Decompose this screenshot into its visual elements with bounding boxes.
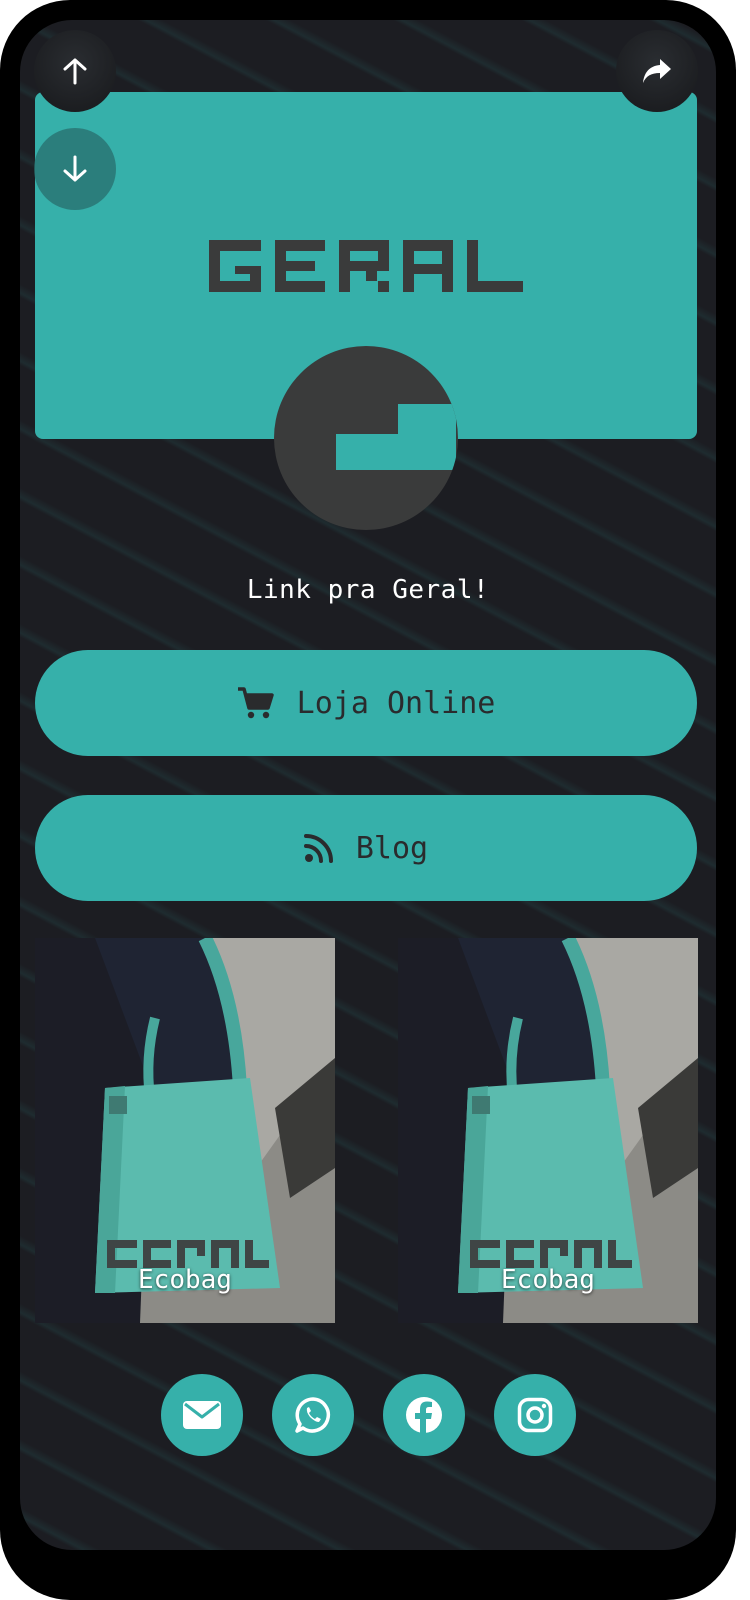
arrow-up-icon (63, 58, 87, 85)
product-card[interactable]: Ecobag (35, 938, 335, 1323)
scroll-up-button[interactable] (34, 30, 116, 112)
profile-tagline: Link pra Geral! (246, 575, 490, 605)
profile-avatar (274, 346, 458, 530)
facebook-button[interactable] (382, 1374, 465, 1456)
instagram-icon (517, 1397, 552, 1433)
whatsapp-button[interactable] (271, 1374, 354, 1456)
link-label: Blog (355, 830, 429, 866)
product-card[interactable]: Ecobag (398, 938, 698, 1323)
share-button[interactable] (616, 30, 698, 112)
scroll-down-button[interactable] (34, 128, 116, 210)
product-title: Ecobag (501, 1265, 595, 1295)
arrow-down-icon (63, 155, 87, 182)
link-label: Loja Online (296, 685, 496, 721)
link-button-blog[interactable]: Blog (35, 795, 697, 901)
brand-g-icon (336, 404, 456, 470)
brand-logo (209, 240, 523, 292)
whatsapp-icon (294, 1397, 330, 1433)
email-button[interactable] (160, 1374, 243, 1456)
social-links (20, 1374, 716, 1456)
product-title: Ecobag (138, 1265, 232, 1295)
shopping-cart-icon (237, 687, 274, 719)
phone-frame: Link pra Geral! Loja Online Blog Ecobag … (0, 0, 736, 1600)
rss-icon (303, 834, 333, 863)
email-icon (182, 1401, 221, 1429)
link-page: Link pra Geral! Loja Online Blog Ecobag … (20, 20, 716, 1550)
link-button-loja-online[interactable]: Loja Online (35, 650, 697, 756)
instagram-button[interactable] (493, 1374, 576, 1456)
share-icon (643, 59, 671, 83)
facebook-icon (405, 1397, 442, 1434)
